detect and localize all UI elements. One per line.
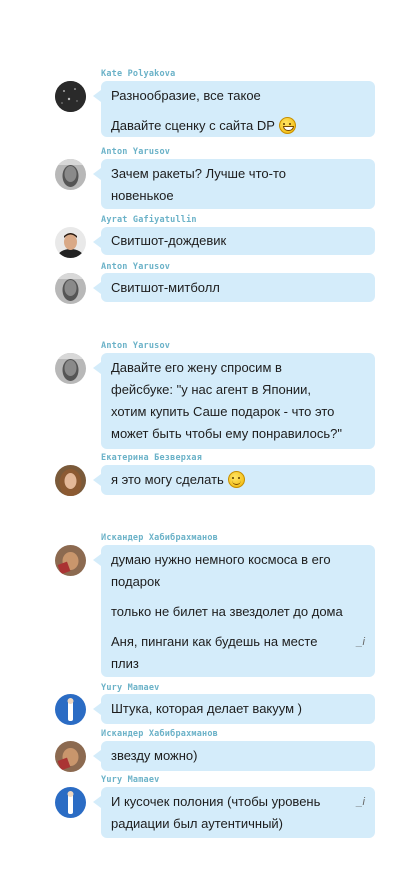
message-bubble: Разнообразие, все такое Давайте сценку с… <box>93 81 375 138</box>
message-text: может быть чтобы ему понравилось?" <box>111 426 343 441</box>
message-text: подарок <box>111 574 160 589</box>
message-bubble: звезду можно) <box>93 741 375 771</box>
avatar[interactable] <box>55 159 86 190</box>
message-text: Аня, пингани как будешь на месте <box>111 634 318 649</box>
message-text: только не билет на звездолет до дома <box>111 604 343 619</box>
avatar[interactable] <box>55 545 86 576</box>
message-text: И кусочек полония (чтобы уровень <box>111 794 321 809</box>
avatar[interactable] <box>55 353 86 384</box>
message-text: Разнообразие, все такое <box>111 88 261 103</box>
message-text-row: Давайте сценку с сайта DP <box>111 115 357 138</box>
message-text: Штука, которая делает вакуум ) <box>111 701 302 716</box>
message-bubble: Давайте его жену спросим в фейсбуке: "у … <box>93 353 375 449</box>
message-text: звезду можно) <box>111 748 198 763</box>
message-text: Свитшот-митболл <box>111 280 220 295</box>
avatar[interactable] <box>55 787 86 818</box>
message-text: Давайте сценку с сайта DP <box>111 118 275 133</box>
message-text: Давайте его жену спросим в <box>111 360 282 375</box>
avatar[interactable] <box>55 227 86 258</box>
message-text: новенькое <box>111 188 174 203</box>
avatar[interactable] <box>55 81 86 112</box>
author-name[interactable]: Kate Polyakova <box>101 69 175 79</box>
message-text: я это могу сделать <box>111 472 224 487</box>
author-name[interactable]: Anton Yarusov <box>101 147 170 157</box>
message-text-row: я это могу сделать <box>111 469 357 492</box>
author-name[interactable]: Искандер Хабибрахманов <box>101 533 218 543</box>
message-text: плиз <box>111 656 139 671</box>
message-bubble: Свитшот-дождевик <box>93 227 375 255</box>
author-name[interactable]: Ayrat Gafiyatullin <box>101 215 197 225</box>
message-text: Свитшот-дождевик <box>111 233 227 248</box>
author-name[interactable]: Искандер Хабибрахманов <box>101 729 218 739</box>
message-bubble: Штука, которая делает вакуум ) <box>93 694 375 724</box>
message-text: фейсбуке: "у нас агент в Японии, <box>111 382 312 397</box>
author-name[interactable]: Екатерина Безверхая <box>101 453 202 463</box>
avatar[interactable] <box>55 694 86 725</box>
message-text: думаю нужно немного космоса в его <box>111 552 331 567</box>
message-bubble: я это могу сделать <box>93 465 375 495</box>
edited-mark-icon[interactable]: _i <box>356 796 365 808</box>
laughing-face-emoji-icon <box>278 117 296 134</box>
author-name[interactable]: Anton Yarusov <box>101 262 170 272</box>
avatar[interactable] <box>55 273 86 304</box>
avatar[interactable] <box>55 741 86 772</box>
author-name[interactable]: Anton Yarusov <box>101 341 170 351</box>
message-text: Зачем ракеты? Лучше что-то <box>111 166 286 181</box>
message-bubble: Свитшот-митболл <box>93 273 375 302</box>
author-name[interactable]: Yury Mamaev <box>101 775 160 785</box>
message-bubble: И кусочек полония (чтобы уровень радиаци… <box>93 787 375 838</box>
author-name[interactable]: Yury Mamaev <box>101 683 160 693</box>
message-bubble: думаю нужно немного космоса в его подаро… <box>93 545 375 677</box>
message-bubble: Зачем ракеты? Лучше что-то новенькое <box>93 159 375 209</box>
edited-mark-icon[interactable]: _i <box>356 636 365 648</box>
smiling-face-emoji-icon <box>227 471 245 488</box>
message-text: радиации был аутентичный) <box>111 816 284 831</box>
avatar[interactable] <box>55 465 86 496</box>
message-text: хотим купить Саше подарок - что это <box>111 404 335 419</box>
